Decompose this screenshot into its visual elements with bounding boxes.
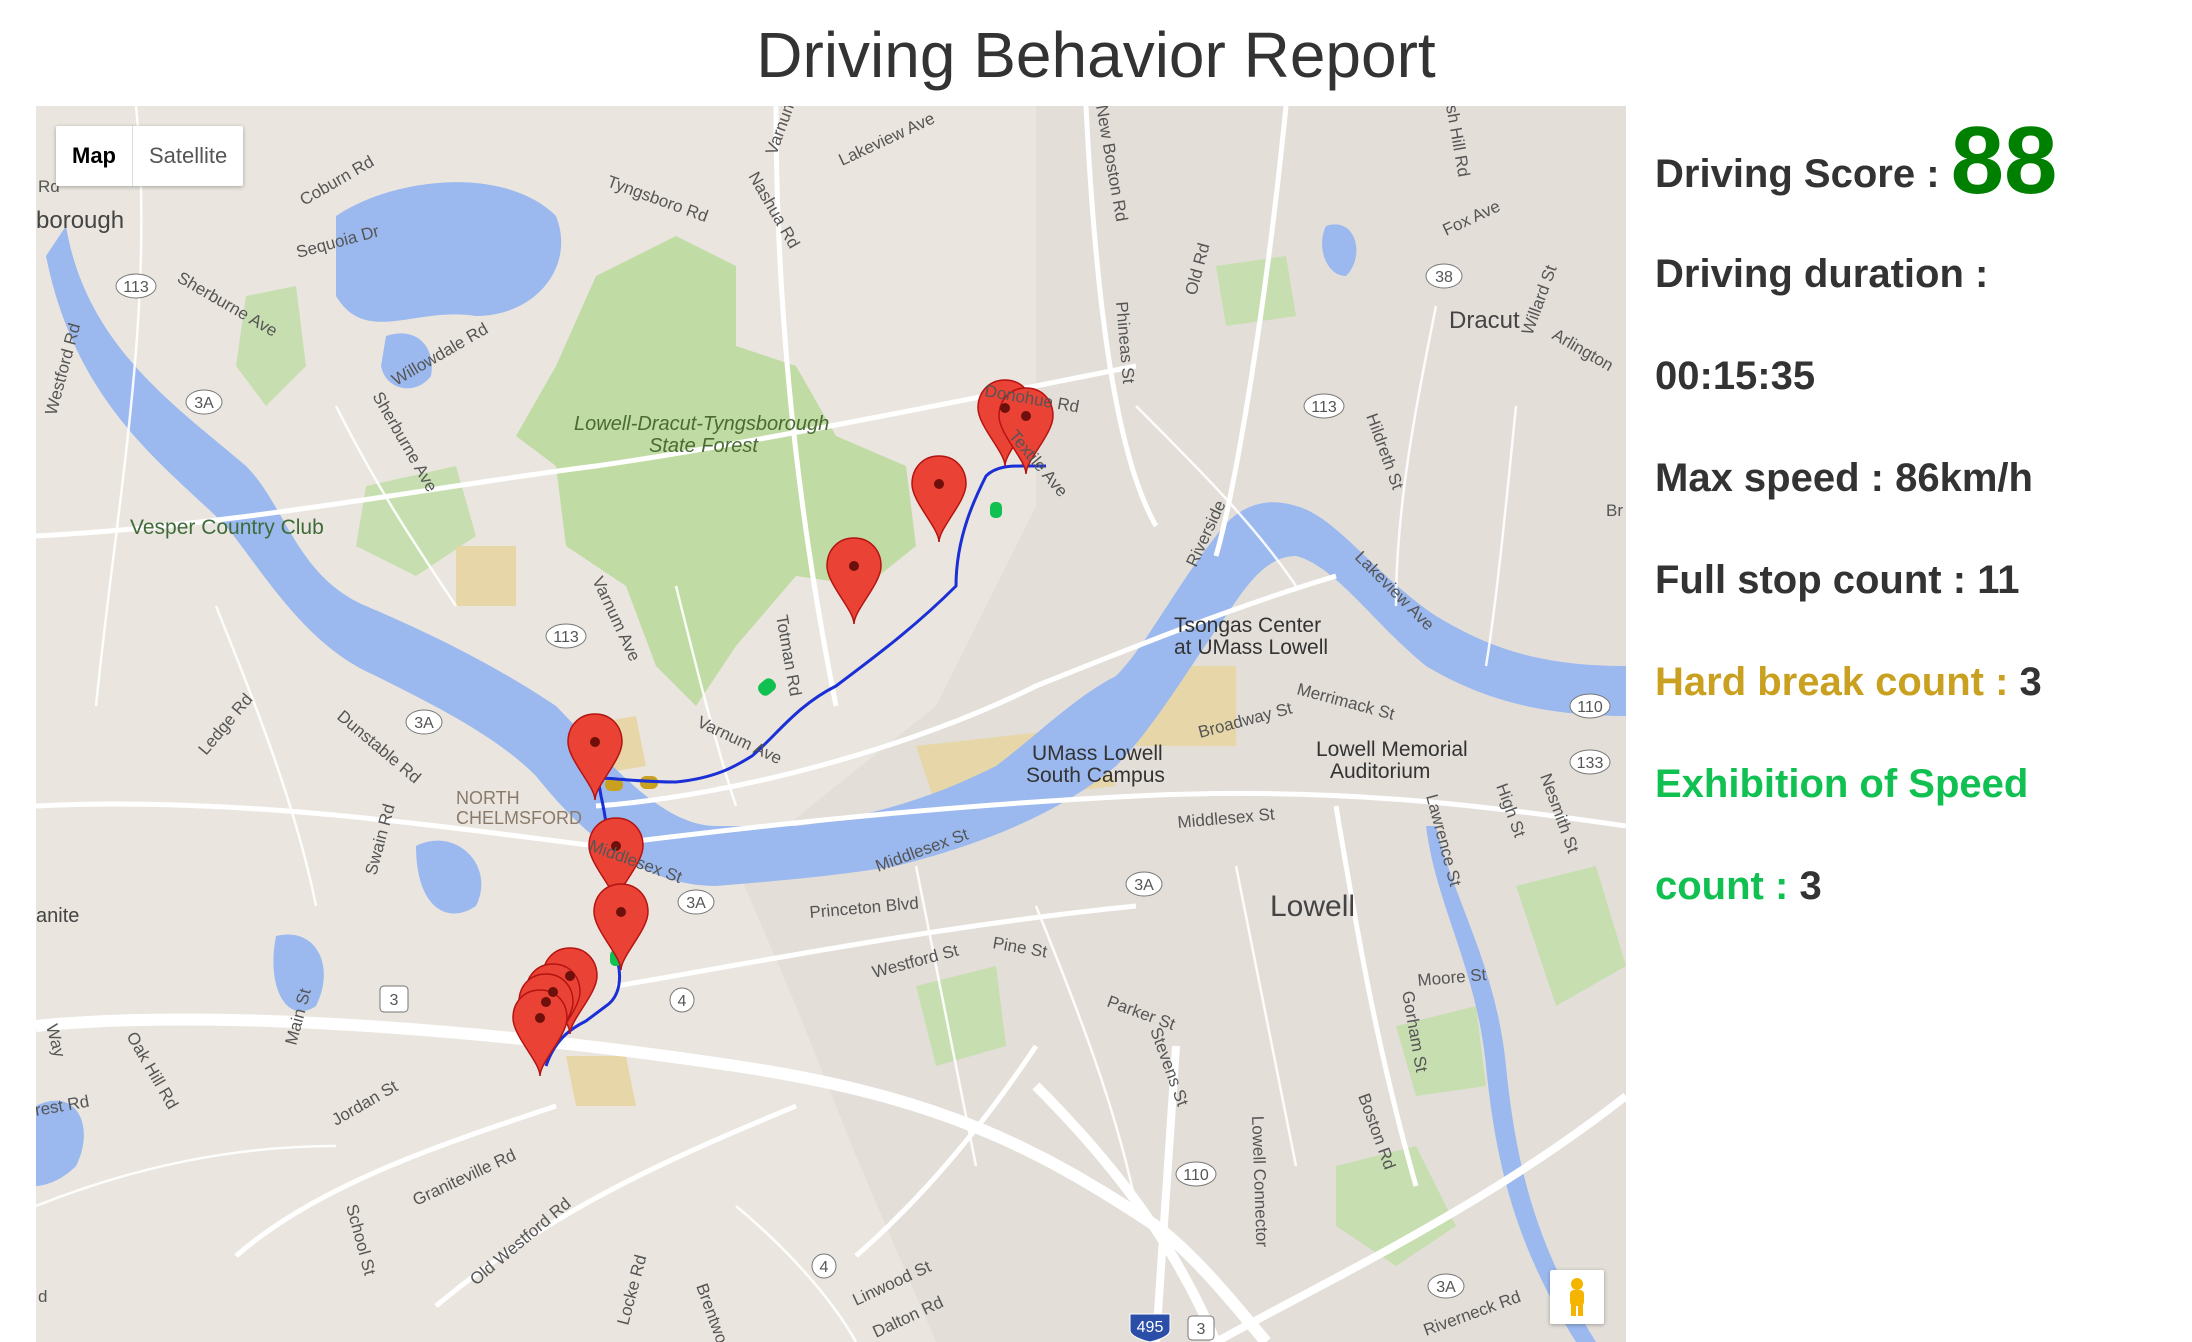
dracut-label: Dracut bbox=[1449, 307, 1520, 334]
svg-text:3: 3 bbox=[1197, 1321, 1206, 1338]
umass-south-label-2: South Campus bbox=[1026, 764, 1165, 787]
speeding-marker bbox=[990, 502, 1002, 518]
svg-text:3A: 3A bbox=[414, 715, 434, 732]
full-stop-value: 11 bbox=[1977, 558, 2020, 602]
max-speed-label: Max speed : bbox=[1655, 456, 1884, 500]
svg-text:3A: 3A bbox=[1436, 1279, 1456, 1296]
map-canvas[interactable]: Lowell-Dracut-Tyngsborough State Forest … bbox=[36, 106, 1626, 1342]
page-title: Driving Behavior Report bbox=[756, 19, 1436, 91]
north-chelmsford-label-2: CHELMSFORD bbox=[456, 808, 582, 828]
forest-label-2: State Forest bbox=[649, 435, 759, 457]
duration-label: Driving duration : bbox=[1655, 252, 1989, 296]
route-shield: 4 bbox=[811, 1253, 837, 1279]
hard-break-row: Hard break count : 3 bbox=[1655, 660, 2042, 705]
svg-text:3: 3 bbox=[390, 992, 399, 1009]
svg-text:3A: 3A bbox=[1134, 877, 1154, 894]
route-shield: 3 bbox=[1187, 1315, 1215, 1341]
route-shield: 110 bbox=[1175, 1161, 1217, 1187]
route-shield: 133 bbox=[1569, 749, 1611, 775]
full-stop-label: Full stop count : bbox=[1655, 558, 1967, 602]
lowell-label: Lowell bbox=[1270, 890, 1355, 923]
max-speed-row: Max speed : 86km/h bbox=[1655, 456, 2033, 501]
exhibition-label-line2: count : bbox=[1655, 864, 1789, 908]
vesper-label: Vesper Country Club bbox=[130, 516, 324, 539]
borough-label: borough bbox=[36, 207, 124, 234]
svg-text:4: 4 bbox=[820, 1259, 829, 1276]
street-view-pegman-button[interactable] bbox=[1550, 1270, 1604, 1324]
exhibition-value: 3 bbox=[1799, 864, 1822, 908]
route-shield: 113 bbox=[1303, 393, 1345, 419]
route-shield: 4 bbox=[669, 987, 695, 1013]
svg-text:113: 113 bbox=[1311, 399, 1337, 416]
tsongas-label-2: at UMass Lowell bbox=[1174, 636, 1328, 659]
route-shield: 38 bbox=[1425, 263, 1463, 289]
north-chelmsford-label-1: NORTH bbox=[456, 788, 520, 808]
hard-break-label: Hard break count : bbox=[1655, 660, 2009, 704]
map-type-map-button[interactable]: Map bbox=[56, 126, 133, 186]
svg-text:133: 133 bbox=[1577, 755, 1604, 772]
route-shield: 113 bbox=[545, 623, 587, 649]
pegman-icon bbox=[1570, 1278, 1584, 1316]
route-shield: 3A bbox=[185, 389, 223, 415]
map-type-control: Map Satellite bbox=[56, 126, 244, 186]
svg-text:110: 110 bbox=[1183, 1167, 1209, 1184]
memorial-label-2: Auditorium bbox=[1330, 760, 1430, 783]
svg-text:3A: 3A bbox=[194, 395, 214, 412]
route-shield: 3A bbox=[1427, 1273, 1465, 1299]
exhibition-label-line1: Exhibition of Speed bbox=[1655, 762, 2029, 806]
exhibition-row: count : 3 bbox=[1655, 864, 1822, 909]
svg-text:4: 4 bbox=[678, 993, 687, 1010]
driving-score-value: 88 bbox=[1950, 107, 2058, 214]
forest-label-1: Lowell-Dracut-Tyngsborough bbox=[574, 413, 829, 435]
memorial-label-1: Lowell Memorial bbox=[1316, 738, 1468, 761]
route-shield: 3A bbox=[405, 709, 443, 735]
route-shield: 110 bbox=[1569, 693, 1611, 719]
route-shield: 113 bbox=[115, 273, 157, 299]
route-shield: 3A bbox=[677, 889, 715, 915]
tsongas-label-1: Tsongas Center bbox=[1174, 614, 1321, 637]
svg-text:113: 113 bbox=[553, 629, 579, 646]
svg-text:113: 113 bbox=[123, 279, 149, 296]
svg-text:38: 38 bbox=[1435, 269, 1453, 286]
street-label: Br bbox=[1606, 501, 1623, 520]
svg-text:495: 495 bbox=[1137, 1319, 1164, 1336]
route-shield: 3 bbox=[379, 985, 409, 1013]
street-label: d bbox=[38, 1287, 47, 1306]
full-stop-row: Full stop count : 11 bbox=[1655, 558, 2019, 603]
max-speed-value: 86km/h bbox=[1895, 456, 2033, 500]
route-shield: 3A bbox=[1125, 871, 1163, 897]
map-view[interactable]: Lowell-Dracut-Tyngsborough State Forest … bbox=[36, 106, 1626, 1342]
driving-score-row: Driving Score : 88 bbox=[1655, 106, 2057, 216]
driving-score-label: Driving Score : bbox=[1655, 152, 1940, 196]
umass-south-label-1: UMass Lowell bbox=[1032, 742, 1163, 765]
duration-value: 00:15:35 bbox=[1655, 354, 1816, 398]
map-type-satellite-button[interactable]: Satellite bbox=[133, 126, 243, 186]
svg-text:3A: 3A bbox=[686, 895, 706, 912]
granite-label: anite bbox=[36, 905, 79, 927]
hard-break-value: 3 bbox=[2019, 660, 2042, 704]
svg-text:110: 110 bbox=[1577, 699, 1603, 716]
